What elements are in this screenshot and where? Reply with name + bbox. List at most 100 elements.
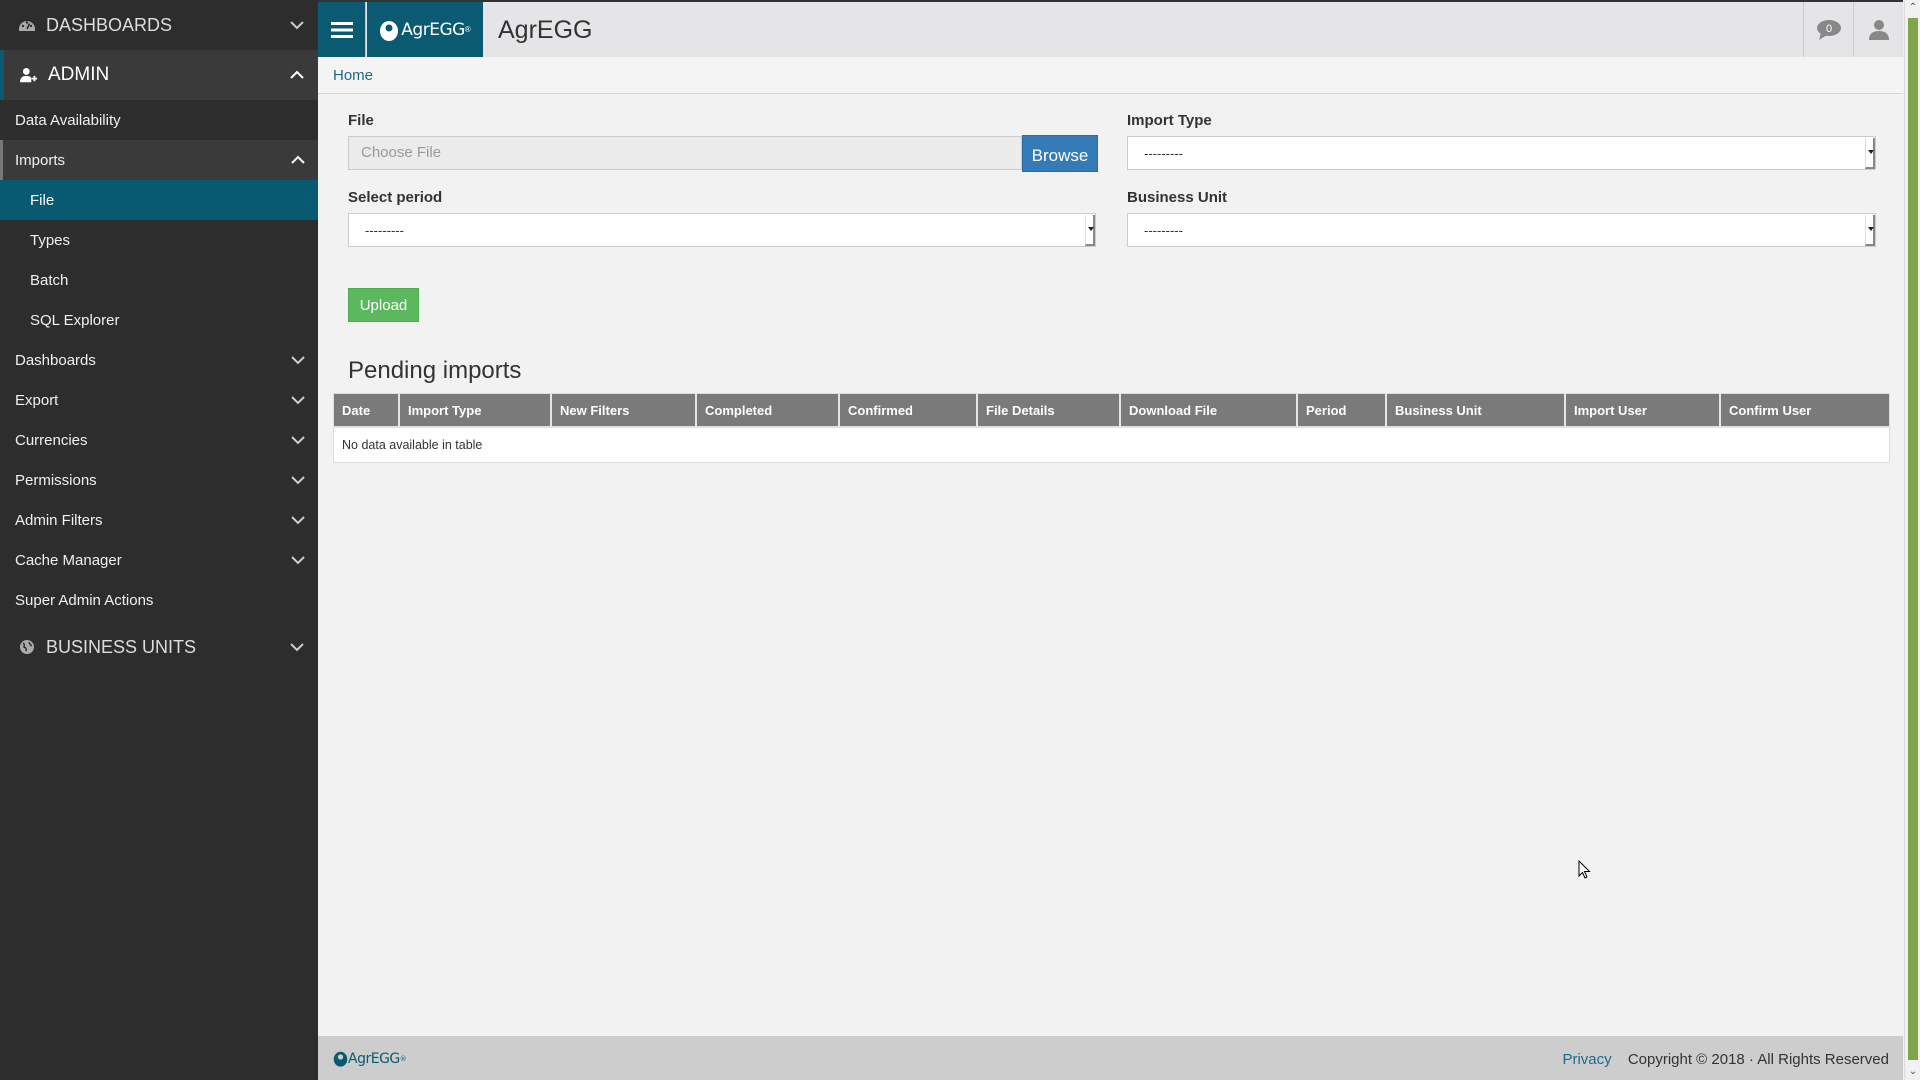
sidebar-item-permissions[interactable]: Permissions <box>0 460 318 500</box>
sidebar-item-label: Imports <box>15 151 66 169</box>
sidebar-item-label: Currencies <box>15 431 88 449</box>
table-row: No data available in table <box>334 428 1889 462</box>
column-header-completed[interactable]: Completed <box>697 394 840 428</box>
browse-button[interactable]: Browse <box>1022 135 1098 172</box>
sidebar-item-data-availability[interactable]: Data Availability <box>0 100 318 140</box>
chevron-down-icon <box>291 396 305 405</box>
file-input[interactable]: Choose File <box>348 136 1022 170</box>
column-header-file-details[interactable]: File Details <box>978 394 1121 428</box>
sidebar-item-label: Admin Filters <box>15 511 103 529</box>
chevron-down-icon <box>291 356 305 365</box>
registered-mark: ® <box>399 1054 407 1063</box>
sidebar-item-label: Types <box>30 231 71 249</box>
sidebar-item-label: Permissions <box>15 471 97 489</box>
egg-logo-icon <box>333 1051 348 1067</box>
hamburger-icon <box>330 21 353 38</box>
chevron-up-icon <box>290 70 304 79</box>
sidebar-item-imports[interactable]: Imports <box>0 140 318 180</box>
sidebar-item-export[interactable]: Export <box>0 380 318 420</box>
user-menu-button[interactable] <box>1853 2 1903 57</box>
copyright-text: Copyright © 2018 · All Rights Reserved <box>1627 1051 1889 1068</box>
column-header-date[interactable]: Date <box>334 394 400 428</box>
dashboard-gauge-icon <box>19 21 35 31</box>
scroll-down-arrow-icon[interactable]: ⌄ <box>1905 1064 1920 1080</box>
app-title: AgrEGG <box>498 16 593 44</box>
sidebar-item-label: Cache Manager <box>15 551 122 569</box>
sidebar-item-dashboards[interactable]: Dashboards <box>0 340 318 380</box>
chevron-up-icon <box>291 155 305 164</box>
column-header-confirm-user[interactable]: Confirm User <box>1721 394 1889 428</box>
globe-icon <box>20 640 34 654</box>
message-count: 0 <box>1825 23 1831 35</box>
footer-links: Privacy Copyright © 2018 · All Rights Re… <box>1562 1051 1889 1068</box>
column-header-period[interactable]: Period <box>1298 394 1387 428</box>
sidebar-item-label: Super Admin Actions <box>15 591 154 609</box>
footer-logo: AgrEGG ® <box>333 1050 407 1067</box>
dropdown-arrow-icon <box>1865 138 1875 169</box>
sidebar-item-label: Data Availability <box>15 111 121 129</box>
sidebar-item-super-admin-actions[interactable]: Super Admin Actions <box>0 580 318 620</box>
pending-imports-title: Pending imports <box>348 357 522 384</box>
sidebar-item-cache-manager[interactable]: Cache Manager <box>0 540 318 580</box>
sidebar-item-label: Batch <box>30 271 69 289</box>
sidebar-section-dashboards[interactable]: DASHBOARDS <box>0 0 318 50</box>
period-select[interactable]: --------- <box>348 213 1096 247</box>
business-unit-value: --------- <box>1144 223 1183 238</box>
breadcrumb-home-link[interactable]: Home <box>333 67 373 84</box>
business-unit-select[interactable]: --------- <box>1127 213 1876 247</box>
sidebar-item-label: SQL Explorer <box>30 311 120 329</box>
period-value: --------- <box>365 223 404 238</box>
sidebar-item-types[interactable]: Types <box>0 220 318 260</box>
egg-logo-icon <box>380 20 399 41</box>
sidebar-item-batch[interactable]: Batch <box>0 260 318 300</box>
sidebar-section-label: ADMIN <box>48 64 110 85</box>
sidebar-item-currencies[interactable]: Currencies <box>0 420 318 460</box>
column-header-confirmed[interactable]: Confirmed <box>840 394 978 428</box>
footer: AgrEGG ® Privacy Copyright © 2018 · All R… <box>318 1036 1903 1080</box>
import-type-value: --------- <box>1144 146 1183 161</box>
import-type-label: Import Type <box>1127 112 1212 129</box>
column-header-new-filters[interactable]: New Filters <box>552 394 697 428</box>
scrollbar-thumb[interactable] <box>1908 18 1918 1060</box>
dropdown-arrow-icon <box>1865 215 1875 246</box>
top-header: AgrEGG ® AgrEGG 0 <box>318 0 1903 57</box>
breadcrumb: Home <box>318 57 1903 94</box>
sidebar-item-admin-filters[interactable]: Admin Filters <box>0 500 318 540</box>
empty-table-message: No data available in table <box>342 438 483 452</box>
column-header-business-unit[interactable]: Business Unit <box>1387 394 1566 428</box>
vertical-scrollbar[interactable]: ⌃ ⌄ <box>1904 0 1920 1080</box>
mouse-pointer-icon <box>1578 860 1591 879</box>
sidebar-section-label: BUSINESS UNITS <box>46 636 197 657</box>
chevron-down-icon <box>291 476 305 485</box>
brand-logo[interactable]: AgrEGG ® <box>367 2 483 57</box>
user-add-icon <box>20 67 38 83</box>
sidebar: DASHBOARDS ADMIN Data Availability Impor… <box>0 0 318 1080</box>
sidebar-item-file[interactable]: File <box>0 180 318 220</box>
column-header-import-user[interactable]: Import User <box>1566 394 1721 428</box>
sidebar-section-business-units[interactable]: BUSINESS UNITS <box>0 628 318 666</box>
sidebar-item-label: File <box>30 191 55 209</box>
chevron-down-icon <box>291 436 305 445</box>
column-header-import-type[interactable]: Import Type <box>400 394 552 428</box>
sidebar-item-sql-explorer[interactable]: SQL Explorer <box>0 300 318 340</box>
chevron-down-icon <box>290 21 304 30</box>
file-label: File <box>348 112 374 129</box>
privacy-link[interactable]: Privacy <box>1562 1051 1611 1068</box>
upload-button[interactable]: Upload <box>348 288 419 322</box>
chat-bubble-icon: 0 <box>1816 19 1841 40</box>
messages-button[interactable]: 0 <box>1803 2 1853 57</box>
menu-toggle-button[interactable] <box>318 2 366 57</box>
import-type-select[interactable]: --------- <box>1127 136 1876 170</box>
pending-imports-table: Date Import Type New Filters Completed C… <box>333 393 1890 463</box>
table-header-row: Date Import Type New Filters Completed C… <box>334 394 1889 428</box>
footer-logo-text: AgrEGG <box>348 1050 400 1067</box>
period-label: Select period <box>348 189 443 206</box>
sidebar-section-admin[interactable]: ADMIN <box>0 50 318 100</box>
sidebar-section-label: DASHBOARDS <box>46 14 173 35</box>
scroll-up-arrow-icon[interactable]: ⌃ <box>1905 0 1920 16</box>
column-header-download-file[interactable]: Download File <box>1121 394 1298 428</box>
chevron-down-icon <box>291 516 305 525</box>
dropdown-arrow-icon <box>1085 215 1095 246</box>
sidebar-item-label: Export <box>15 391 59 409</box>
